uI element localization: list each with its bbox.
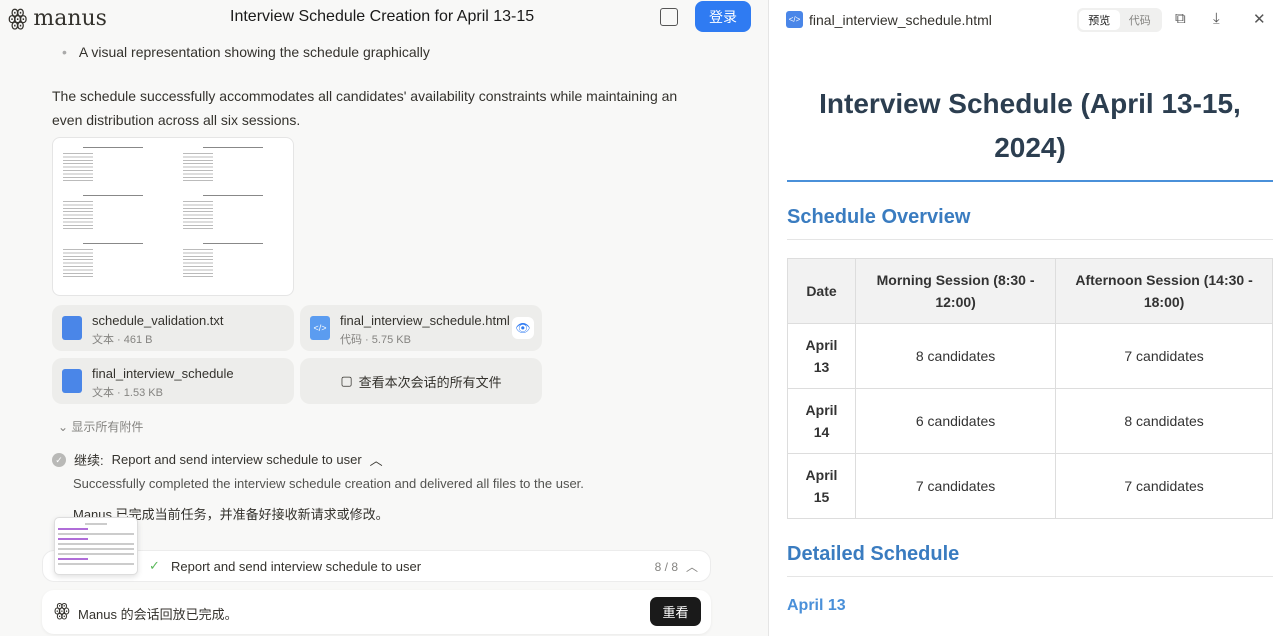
attachment-meta: 文本 · 1.53 KB [92,387,163,399]
view-all-files-button[interactable]: ▢ 查看本次会话的所有文件 [300,358,542,404]
viewer-filename: final_interview_schedule.html [809,12,992,28]
show-all-attachments[interactable]: ⌄ 显示所有附件 [58,418,143,435]
replay-button[interactable]: 重看 [650,597,701,626]
brand-name: manus [33,6,107,31]
step-title: Report and send interview schedule to us… [111,452,362,467]
attachment-meta: 代码 · 5.75 KB [340,334,411,346]
afternoon-cell: 7 candidates [1055,453,1273,519]
tab-preview[interactable]: 预览 [1079,10,1120,30]
files-icon[interactable] [660,8,678,26]
column-header: Date [787,258,856,324]
replay-bar: ꙮ Manus 的会话回放已完成。 重看 [42,590,711,634]
attachment-name: final_interview_schedule [92,366,234,381]
task-progress-bar[interactable]: ✓ Report and send interview schedule to … [42,550,711,582]
morning-cell: 8 candidates [854,323,1057,389]
attachment-name: final_interview_schedule.html [340,313,510,328]
manus-logo-icon: ꙮ [8,6,28,31]
overview-heading: Schedule Overview [787,206,1273,240]
column-header: Afternoon Session (14:30 - 18:00) [1055,258,1273,324]
viewer-toolbar: </> final_interview_schedule.html 预览 代码 … [769,0,1280,38]
detailed-heading: Detailed Schedule [787,543,1273,577]
attachment-card[interactable]: final_interview_schedule 文本 · 1.53 KB [52,358,294,404]
chevron-down-icon: ⌄ [58,420,72,434]
schedule-table: Date Morning Session (8:30 - 12:00) Afte… [787,258,1273,519]
download-icon[interactable]: ⤓ [1213,10,1220,27]
progress-count: 8 / 8 [654,560,678,574]
eye-icon[interactable]: 👁 [512,317,534,339]
chat-panel: ꙮ manus Interview Schedule Creation for A… [0,0,768,636]
chevron-up-icon[interactable]: ︿ [370,450,383,469]
summary-text: The schedule successfully accommodates a… [52,88,678,128]
close-icon[interactable]: ✕ [1253,10,1266,28]
column-header: Morning Session (8:30 - 12:00) [854,258,1057,324]
date-cell: April 13 [787,323,856,389]
table-row: April 13 8 candidates 7 candidates [787,323,1273,389]
attachment-meta: 文本 · 461 B [92,334,153,346]
view-all-files-label: 查看本次会话的所有文件 [358,374,502,390]
attachment-card[interactable]: schedule_validation.txt 文本 · 461 B [52,305,294,351]
login-button[interactable]: 登录 [695,1,751,32]
date-cell: April 14 [787,388,856,454]
morning-cell: 7 candidates [854,453,1057,519]
morning-cell: 6 candidates [854,388,1057,454]
step-description: Successfully completed the interview sch… [73,476,584,491]
show-all-label: 显示所有附件 [71,420,144,434]
document-title: Interview Schedule (April 13-15, 2024) [787,82,1273,182]
schedule-image-thumbnail[interactable] [52,137,294,296]
progress-label: Report and send interview schedule to us… [171,559,422,574]
step-prefix: 继续: [74,453,104,468]
html-preview: Interview Schedule (April 13-15, 2024) S… [787,38,1273,636]
attachment-name: schedule_validation.txt [92,313,224,328]
file-viewer-panel: </> final_interview_schedule.html 预览 代码 … [768,0,1280,636]
attachment-card[interactable]: </> final_interview_schedule.html 代码 · 5… [300,305,542,351]
step-header[interactable]: ✓ 继续: Report and send interview schedule… [52,450,383,469]
date-cell: April 15 [787,453,856,519]
table-header-row: Date Morning Session (8:30 - 12:00) Afte… [787,258,1273,324]
view-mode-toggle: 预览 代码 [1077,8,1162,32]
afternoon-cell: 8 candidates [1055,388,1273,454]
table-row: April 14 6 candidates 8 candidates [787,388,1273,454]
bullet-item: A visual representation showing the sche… [62,44,430,60]
files-icon: ▢ [340,373,353,388]
table-row: April 15 7 candidates 7 candidates [787,453,1273,519]
logo[interactable]: ꙮ manus [8,6,107,31]
date-subheading: April 13 [787,597,846,614]
top-bar: ꙮ manus Interview Schedule Creation for A… [0,0,768,36]
tab-code[interactable]: 代码 [1120,10,1161,30]
check-icon: ✓ [149,558,160,573]
afternoon-cell: 7 candidates [1055,323,1273,389]
replay-text: Manus 的会话回放已完成。 [78,607,238,622]
page-title: Interview Schedule Creation for April 13… [230,8,535,25]
chevron-up-icon[interactable]: ︿ [686,558,698,575]
document-icon [62,316,82,340]
check-circle-icon: ✓ [52,452,66,467]
copy-icon[interactable]: ⧉ [1175,10,1186,27]
computer-preview-thumbnail[interactable] [54,517,138,575]
manus-logo-icon: ꙮ [54,600,70,620]
code-file-icon: </> [310,316,330,340]
document-icon [62,369,82,393]
code-file-icon: </> [786,11,803,28]
